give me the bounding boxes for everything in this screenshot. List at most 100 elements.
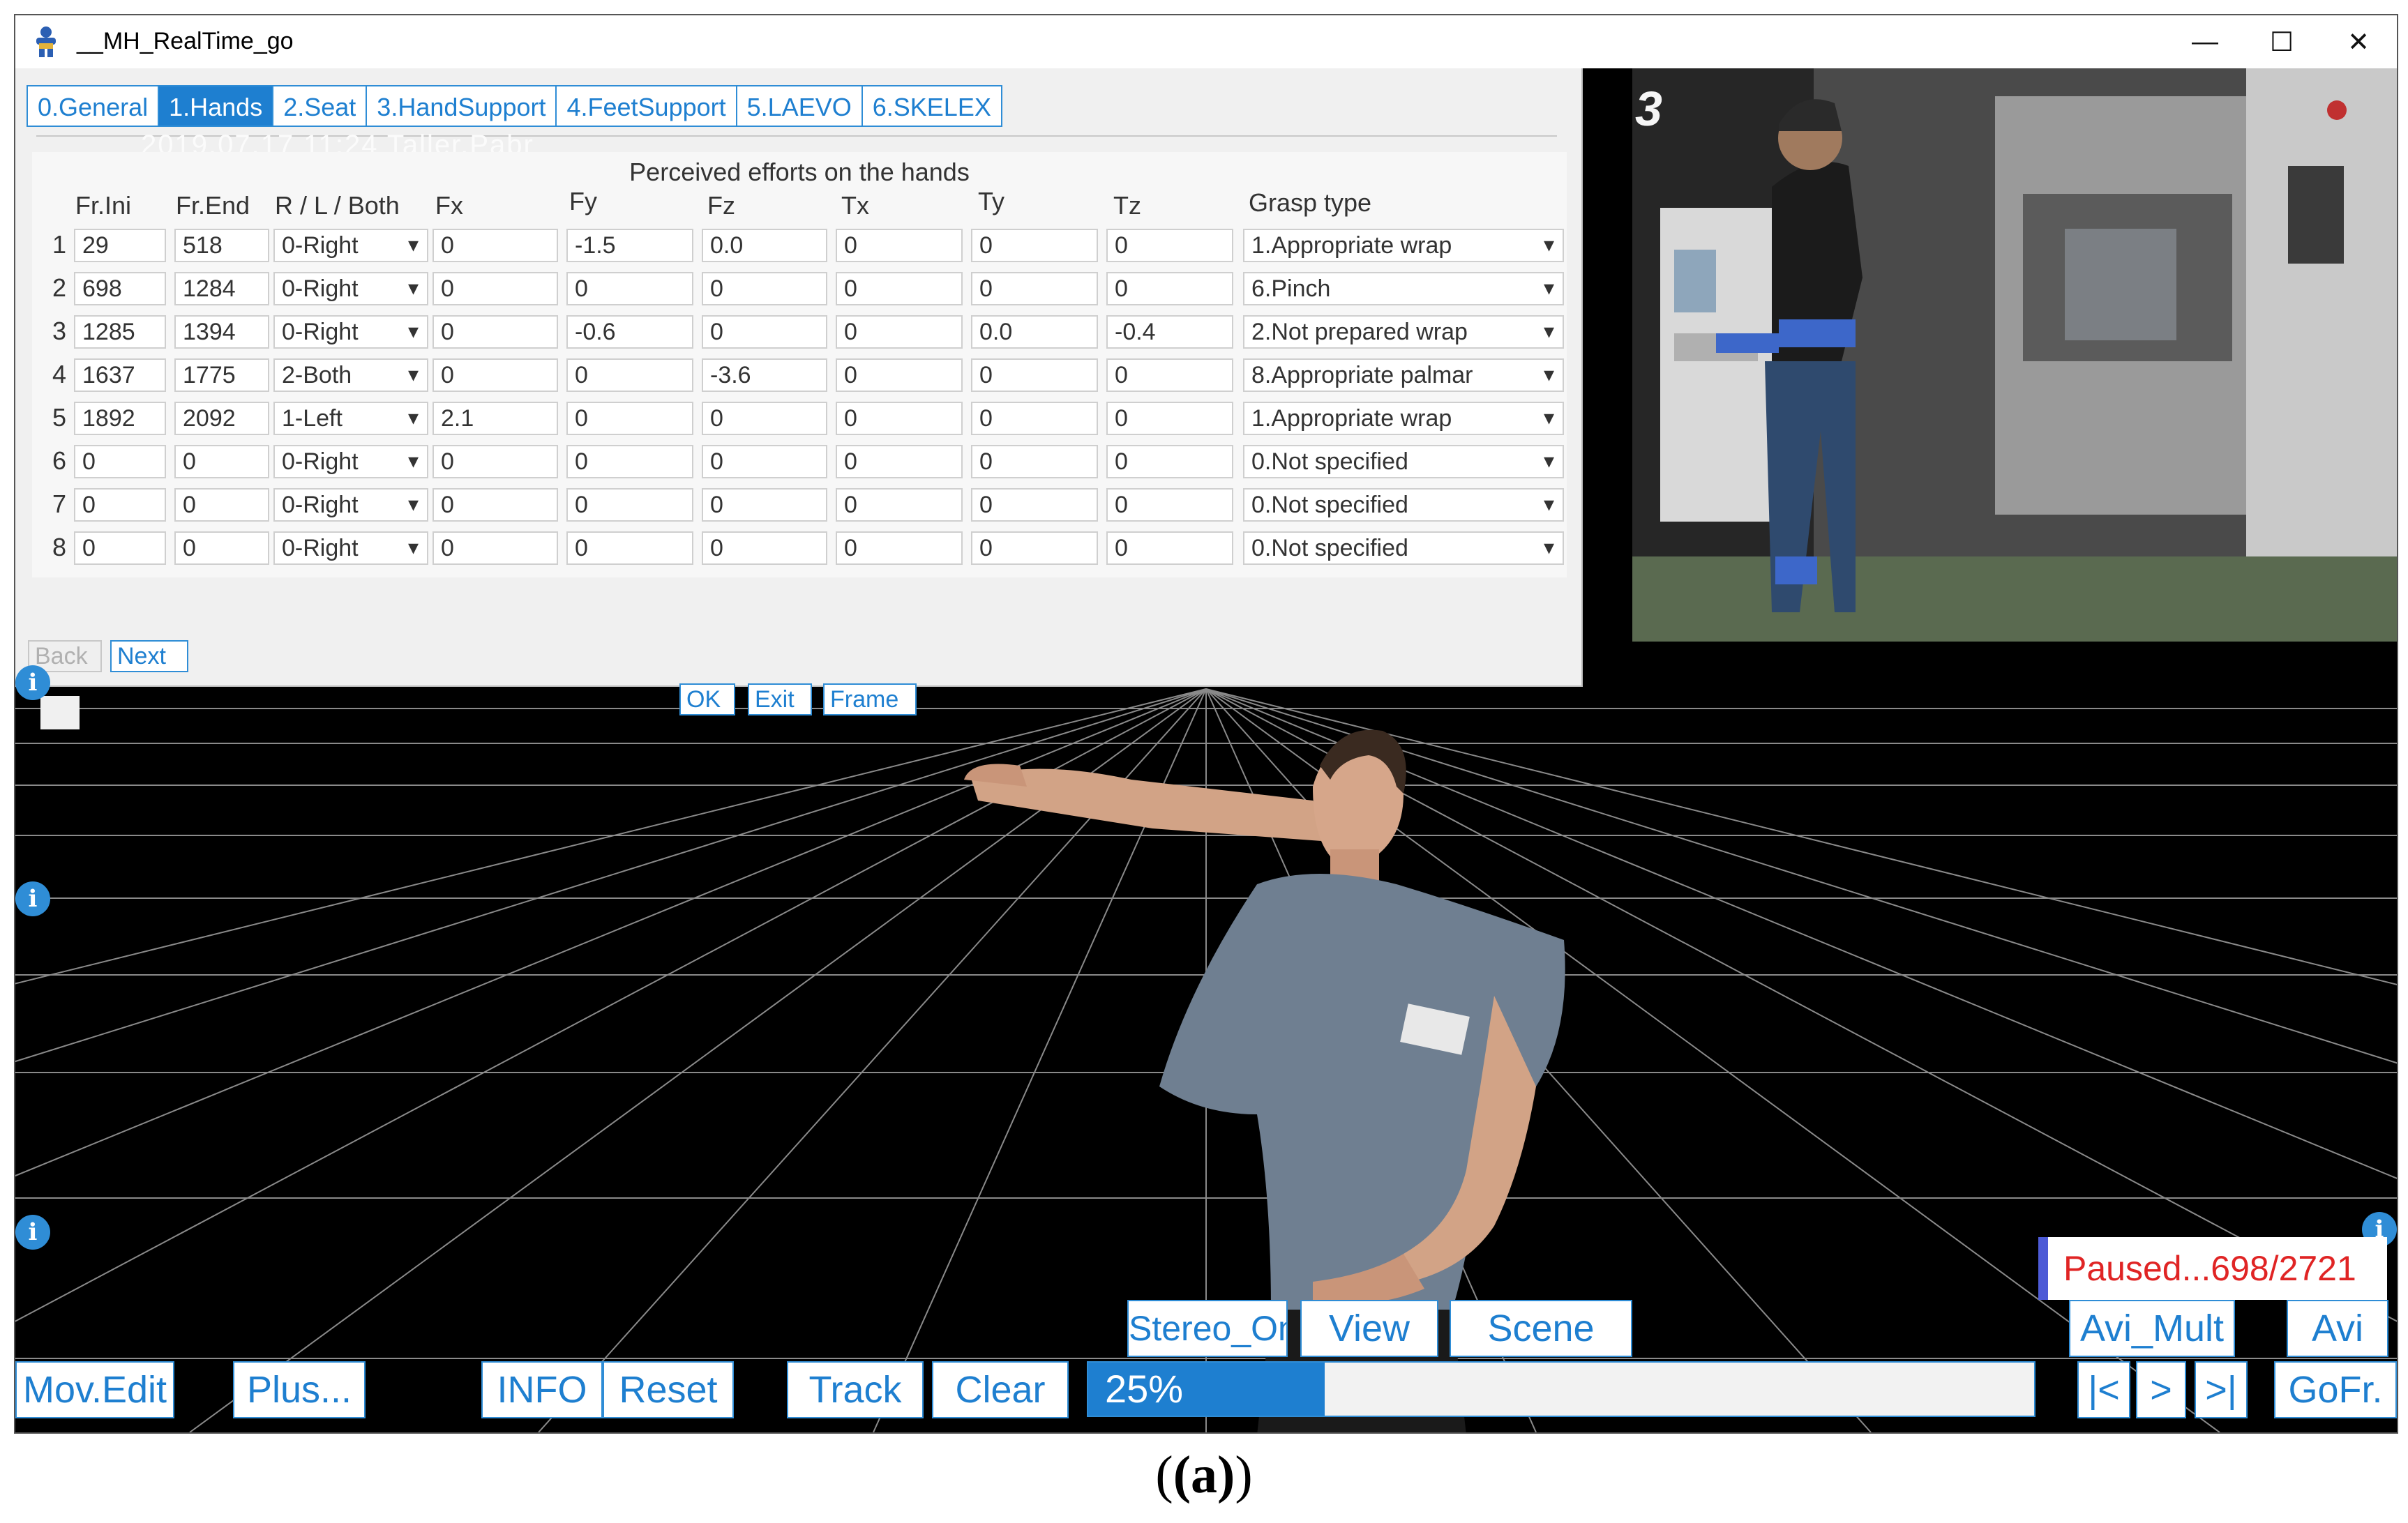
mov-edit-button[interactable]: Mov.Edit — [15, 1361, 174, 1418]
field-ty[interactable]: 0 — [971, 445, 1098, 478]
field-ini[interactable]: 0 — [74, 445, 166, 478]
progress-bar[interactable]: 25% — [1087, 1361, 2035, 1417]
field-fy[interactable]: -0.6 — [566, 315, 693, 349]
field-tx[interactable]: 0 — [836, 358, 963, 392]
field-tx[interactable]: 0 — [836, 445, 963, 478]
exit-button[interactable]: Exit — [748, 683, 812, 715]
side-dropdown[interactable]: 0-Right — [273, 229, 428, 262]
field-end[interactable]: 1394 — [174, 315, 269, 349]
maximize-icon[interactable]: ☐ — [2243, 15, 2320, 68]
field-tz[interactable]: 0 — [1106, 445, 1233, 478]
field-fz[interactable]: 0 — [702, 315, 827, 349]
field-ty[interactable]: 0.0 — [971, 315, 1098, 349]
field-ini[interactable]: 1285 — [74, 315, 166, 349]
field-fx[interactable]: 0 — [432, 531, 558, 565]
field-ty[interactable]: 0 — [971, 488, 1098, 522]
side-dropdown[interactable]: 0-Right — [273, 445, 428, 478]
last-frame-button[interactable]: >| — [2195, 1361, 2248, 1418]
field-ty[interactable]: 0 — [971, 229, 1098, 262]
field-end[interactable]: 518 — [174, 229, 269, 262]
scroll-handle[interactable] — [40, 696, 80, 729]
field-tz[interactable]: 0 — [1106, 229, 1233, 262]
field-fz[interactable]: 0.0 — [702, 229, 827, 262]
grasp-type-dropdown[interactable]: 0.Not specified — [1243, 445, 1564, 478]
field-tx[interactable]: 0 — [836, 531, 963, 565]
side-dropdown[interactable]: 0-Right — [273, 272, 428, 305]
field-fy[interactable]: 0 — [566, 531, 693, 565]
track-button[interactable]: Track — [787, 1361, 924, 1418]
field-fz[interactable]: -3.6 — [702, 358, 827, 392]
field-fy[interactable]: -1.5 — [566, 229, 693, 262]
avi-mult-button[interactable]: Avi_Mult — [2069, 1300, 2235, 1357]
close-icon[interactable]: ✕ — [2320, 15, 2397, 68]
tab-feet-support[interactable]: 4.FeetSupport — [555, 85, 737, 127]
field-fy[interactable]: 0 — [566, 445, 693, 478]
field-fz[interactable]: 0 — [702, 488, 827, 522]
side-dropdown[interactable]: 2-Both — [273, 358, 428, 392]
field-ty[interactable]: 0 — [971, 272, 1098, 305]
grasp-type-dropdown[interactable]: 2.Not prepared wrap — [1243, 315, 1564, 349]
tab-hands[interactable]: 1.Hands — [158, 85, 274, 127]
field-fz[interactable]: 0 — [702, 531, 827, 565]
side-dropdown[interactable]: 1-Left — [273, 402, 428, 435]
field-end[interactable]: 0 — [174, 488, 269, 522]
field-fz[interactable]: 0 — [702, 272, 827, 305]
field-end[interactable]: 1775 — [174, 358, 269, 392]
side-dropdown[interactable]: 0-Right — [273, 531, 428, 565]
side-dropdown[interactable]: 0-Right — [273, 315, 428, 349]
first-frame-button[interactable]: |< — [2077, 1361, 2130, 1418]
go-frame-button[interactable]: GoFr. — [2274, 1361, 2397, 1418]
field-tz[interactable]: 0 — [1106, 531, 1233, 565]
tab-laevo[interactable]: 5.LAEVO — [735, 85, 863, 127]
tab-hand-support[interactable]: 3.HandSupport — [366, 85, 557, 127]
field-fx[interactable]: 0 — [432, 358, 558, 392]
grasp-type-dropdown[interactable]: 0.Not specified — [1243, 488, 1564, 522]
info-icon[interactable]: i — [15, 881, 50, 916]
3d-viewport[interactable]: 3 0.General 1.Hands 2.Seat 3.HandSupport… — [15, 68, 2397, 1432]
field-fx[interactable]: 0 — [432, 315, 558, 349]
grasp-type-dropdown[interactable]: 1.Appropriate wrap — [1243, 229, 1564, 262]
field-tz[interactable]: -0.4 — [1106, 315, 1233, 349]
grasp-type-dropdown[interactable]: 6.Pinch — [1243, 272, 1564, 305]
field-ini[interactable]: 698 — [74, 272, 166, 305]
field-tx[interactable]: 0 — [836, 488, 963, 522]
field-ty[interactable]: 0 — [971, 531, 1098, 565]
grasp-type-dropdown[interactable]: 1.Appropriate wrap — [1243, 402, 1564, 435]
field-fy[interactable]: 0 — [566, 272, 693, 305]
field-end[interactable]: 0 — [174, 445, 269, 478]
field-fz[interactable]: 0 — [702, 402, 827, 435]
field-end[interactable]: 0 — [174, 531, 269, 565]
tab-general[interactable]: 0.General — [27, 85, 160, 127]
field-tx[interactable]: 0 — [836, 315, 963, 349]
field-ty[interactable]: 0 — [971, 402, 1098, 435]
field-fy[interactable]: 0 — [566, 358, 693, 392]
field-tz[interactable]: 0 — [1106, 272, 1233, 305]
ok-button[interactable]: OK — [679, 683, 735, 715]
field-ty[interactable]: 0 — [971, 358, 1098, 392]
info-icon[interactable]: i — [15, 665, 50, 700]
minimize-icon[interactable]: — — [2167, 15, 2243, 68]
info-button[interactable]: INFO — [481, 1361, 603, 1418]
frame-button[interactable]: Frame — [823, 683, 917, 715]
field-tz[interactable]: 0 — [1106, 358, 1233, 392]
next-button[interactable]: Next — [110, 640, 188, 672]
field-ini[interactable]: 0 — [74, 531, 166, 565]
field-tz[interactable]: 0 — [1106, 488, 1233, 522]
tab-seat[interactable]: 2.Seat — [272, 85, 368, 127]
avi-button[interactable]: Avi — [2287, 1300, 2388, 1357]
field-ini[interactable]: 29 — [74, 229, 166, 262]
field-fx[interactable]: 0 — [432, 272, 558, 305]
field-end[interactable]: 2092 — [174, 402, 269, 435]
field-tx[interactable]: 0 — [836, 402, 963, 435]
field-fy[interactable]: 0 — [566, 488, 693, 522]
field-ini[interactable]: 1892 — [74, 402, 166, 435]
clear-button[interactable]: Clear — [932, 1361, 1069, 1418]
play-button[interactable]: > — [2136, 1361, 2186, 1418]
reset-button[interactable]: Reset — [603, 1361, 734, 1418]
side-dropdown[interactable]: 0-Right — [273, 488, 428, 522]
field-tz[interactable]: 0 — [1106, 402, 1233, 435]
field-fx[interactable]: 0 — [432, 445, 558, 478]
scene-button[interactable]: Scene — [1450, 1300, 1632, 1357]
grasp-type-dropdown[interactable]: 8.Appropriate palmar — [1243, 358, 1564, 392]
tab-skelex[interactable]: 6.SKELEX — [861, 85, 1002, 127]
